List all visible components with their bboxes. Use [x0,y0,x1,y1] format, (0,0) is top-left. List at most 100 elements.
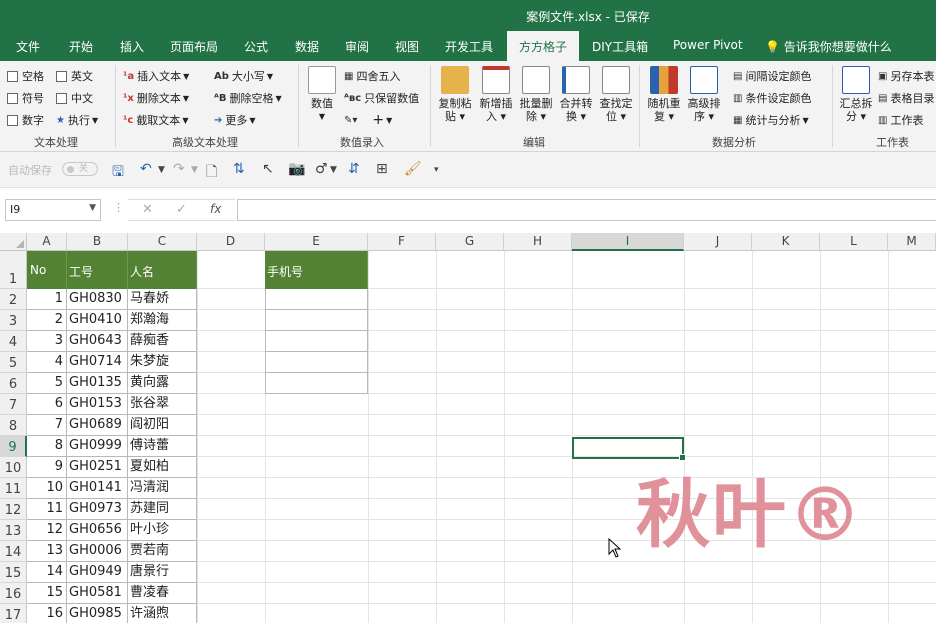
print-preview-icon[interactable]: 🗋 [206,161,217,185]
merge-convert-button[interactable]: 合并转换 ▾ [556,66,596,123]
statistics-button[interactable]: ▦ 统计与分析 ▼ [733,112,809,128]
cell-name[interactable]: 贾若南 [128,541,197,562]
cell-employee-id[interactable]: GH0973 [67,499,128,520]
space-checkbox[interactable]: 空格 [7,68,44,84]
more-button[interactable]: ➔ 更多 ▼ [214,112,256,128]
cell-employee-id[interactable]: GH0985 [67,604,128,623]
random-repeat-button[interactable]: 随机重复 ▾ [644,66,684,123]
column-header-f[interactable]: F [368,233,436,251]
tab-insert[interactable]: 插入 [120,38,144,55]
extract-text-button[interactable]: ¹c 截取文本 ▼ [123,112,188,128]
cell-name[interactable]: 黄向露 [128,373,197,394]
condition-color-button[interactable]: ▥ 条件设定颜色 [733,90,811,106]
cancel-icon[interactable]: ✕ [142,202,153,217]
name-box[interactable]: I9 ▼ [5,199,101,221]
column-header-l[interactable]: L [820,233,888,251]
sheet-directory-button[interactable]: ▤ 表格目录 [878,90,934,106]
execute-button[interactable]: ★ 执行 ▼ [56,112,98,128]
select-pointer-icon[interactable]: ↖ [262,161,274,177]
cell-no[interactable]: 4 [27,352,67,373]
cell-no[interactable]: 8 [27,436,67,457]
header-cell-name[interactable]: 人名 [128,251,197,289]
cell-no[interactable]: 11 [27,499,67,520]
phone-cell[interactable] [265,331,368,352]
cell-no[interactable]: 6 [27,394,67,415]
row-header-3[interactable]: 3 [0,310,27,331]
column-header-c[interactable]: C [128,233,197,251]
cell-no[interactable]: 9 [27,457,67,478]
column-header-j[interactable]: J [684,233,752,251]
cell-employee-id[interactable]: GH0999 [67,436,128,457]
column-header-k[interactable]: K [752,233,820,251]
formula-input[interactable] [237,199,936,221]
cell-employee-id[interactable]: GH0581 [67,583,128,604]
column-header-i[interactable]: I [572,233,684,251]
header-cell-no[interactable]: No [27,251,67,289]
tab-review[interactable]: 审阅 [345,38,369,55]
phone-cell[interactable] [265,289,368,310]
row-header-1[interactable]: 1 [0,251,27,289]
column-header-d[interactable]: D [197,233,265,251]
cell-name[interactable]: 苏建同 [128,499,197,520]
sort-asc-icon[interactable]: ⇅ [233,161,245,177]
cell-name[interactable]: 薛痴香 [128,331,197,352]
fx-icon[interactable]: fx [210,202,221,216]
cell-employee-id[interactable]: GH0656 [67,520,128,541]
tab-home[interactable]: 开始 [69,38,93,55]
tell-me-box[interactable]: 💡 告诉我你想要做什么 [765,38,892,55]
row-header-13[interactable]: 13 [0,520,27,541]
number-checkbox[interactable]: 数字 [7,112,44,128]
cell-employee-id[interactable]: GH0410 [67,310,128,331]
numeric-button[interactable]: 数值 ▼ [305,66,339,123]
undo-dropdown-icon[interactable]: ▼ [158,165,165,175]
row-header-12[interactable]: 12 [0,499,27,520]
row-header-5[interactable]: 5 [0,352,27,373]
tab-data[interactable]: 数据 [295,38,319,55]
redo-dropdown-icon[interactable]: ▼ [191,165,198,175]
active-cell-selection[interactable] [572,437,686,461]
cell-employee-id[interactable]: GH0689 [67,415,128,436]
cell-name[interactable]: 郑瀚海 [128,310,197,331]
select-all-button[interactable] [0,233,27,251]
copy-paste-button[interactable]: 复制粘贴 ▾ [435,66,475,123]
cell-no[interactable]: 14 [27,562,67,583]
cell-name[interactable]: 曹凌春 [128,583,197,604]
row-header-15[interactable]: 15 [0,562,27,583]
row-header-10[interactable]: 10 [0,457,27,478]
delete-space-button[interactable]: ᴬB 删除空格 ▼ [214,90,282,106]
redo-icon[interactable]: ↷ [173,161,185,177]
cell-employee-id[interactable]: GH0714 [67,352,128,373]
cell-name[interactable]: 冯清润 [128,478,197,499]
cell-no[interactable]: 5 [27,373,67,394]
batch-delete-button[interactable]: 批量删除 ▾ [516,66,556,123]
cell-name[interactable]: 马春娇 [128,289,197,310]
row-header-11[interactable]: 11 [0,478,27,499]
cell-no[interactable]: 7 [27,415,67,436]
cell-employee-id[interactable]: GH0949 [67,562,128,583]
symbol-checkbox[interactable]: 符号 [7,90,44,106]
camera-icon[interactable]: 📷 [288,161,305,177]
tab-page-layout[interactable]: 页面布局 [170,38,218,55]
cell-name[interactable]: 傅诗蕾 [128,436,197,457]
save-sheet-button[interactable]: ▣ 另存本表 [878,68,934,84]
tab-file[interactable]: 文件 [16,38,40,55]
sort-desc-icon[interactable]: ⇵ [348,161,360,177]
interval-color-button[interactable]: ▤ 间隔设定颜色 [733,68,811,84]
delete-text-button[interactable]: ¹x 删除文本 ▼ [123,90,189,106]
column-header-b[interactable]: B [67,233,128,251]
cell-employee-id[interactable]: GH0830 [67,289,128,310]
row-header-9[interactable]: 9 [0,436,27,457]
cell-name[interactable]: 许涵煦 [128,604,197,623]
cell-employee-id[interactable]: GH0251 [67,457,128,478]
phone-cell[interactable] [265,352,368,373]
column-header-a[interactable]: A [27,233,67,251]
column-header-e[interactable]: E [265,233,368,251]
english-checkbox[interactable]: 英文 [56,68,93,84]
cell-name[interactable]: 阎初阳 [128,415,197,436]
enter-icon[interactable]: ✓ [176,202,187,217]
tab-formulas[interactable]: 公式 [244,38,268,55]
insert-text-button[interactable]: ¹a 插入文本 ▼ [123,68,189,84]
summary-split-button[interactable]: 汇总拆分 ▾ [836,66,876,123]
cell-no[interactable]: 15 [27,583,67,604]
cell-no[interactable]: 2 [27,310,67,331]
